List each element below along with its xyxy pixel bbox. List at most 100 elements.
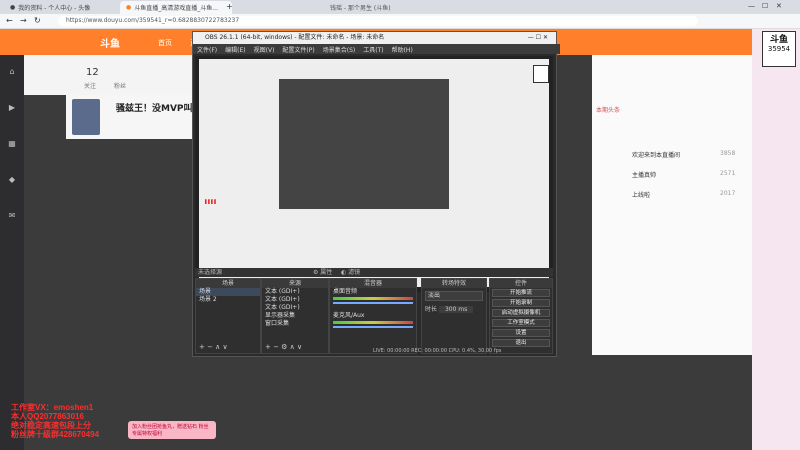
mixer-dock: 混音器 桌面音频 麦克风/Aux [329, 278, 417, 354]
menu-item[interactable]: 帮助(H) [392, 45, 413, 54]
menu-item[interactable]: 工具(T) [363, 45, 383, 54]
tab-label: 斗鱼直播_高清游戏直播_斗鱼... [134, 5, 218, 12]
volume-slider[interactable] [333, 302, 413, 304]
chat-message: 欢迎来到本直播间 [632, 152, 681, 159]
exit-button[interactable]: 退出 [492, 339, 550, 347]
sources-dock: 来源 文本 (GDI+) 文本 (GDI+) 文本 (GDI+) 显示器采集 窗… [261, 278, 329, 354]
source-item[interactable]: 文本 (GDI+) [262, 304, 328, 312]
minimize-icon[interactable]: — [748, 2, 755, 10]
menu-item[interactable]: 配置文件(P) [282, 45, 314, 54]
obs-title-bar: OBS 26.1.1 (64-bit, windows) - 配置文件: 未命名… [193, 32, 556, 44]
dock-title: 转场特效 [422, 279, 486, 288]
studio-mode-button[interactable]: 工作室模式 [492, 319, 550, 327]
message-icon[interactable]: ✉ [4, 211, 20, 220]
game-icon[interactable]: ◆ [4, 175, 20, 184]
new-tab-icon[interactable]: + [226, 2, 233, 11]
chat-panel: 本期头条 欢迎来到本直播间 主播真帅 上线啦 3858 2571 2017 [592, 55, 752, 355]
tab-label: 我的资料 - 个人中心 - 头像 [18, 5, 91, 12]
rank-value: 2571 [720, 170, 736, 177]
nav-item[interactable]: 首页 [158, 38, 172, 48]
promo-banner[interactable]: 加入粉丝团抢鱼丸，赠送钻石 粉丝专属特权福利 [128, 421, 216, 439]
forward-icon[interactable]: → [20, 16, 27, 25]
nested-obs-window [279, 79, 449, 209]
site-logo[interactable]: 斗鱼 [100, 35, 120, 50]
browser-tab-bar: ● 我的资料 - 个人中心 - 头像 ● 斗鱼直播_高清游戏直播_斗鱼... +… [0, 0, 800, 14]
properties-label: 属性 [320, 269, 333, 276]
source-controls[interactable]: + − ⚙ ∧ ∨ [265, 343, 302, 351]
stat-label: 粉丝 [114, 83, 127, 90]
scenes-dock: 场景 场景 场景 2 + − ∧ ∨ [195, 278, 261, 354]
maximize-icon[interactable]: ☐ [762, 2, 768, 10]
url-input[interactable]: https://www.douyu.com/359541_r=0.6828830… [58, 16, 698, 26]
settings-button[interactable]: 设置 [492, 329, 550, 337]
chat-message: 上线啦 [632, 192, 651, 199]
obs-source-toolbar: 未选择源 ⚙ 属性 ◐ 滤镜 [195, 268, 553, 277]
dock-title: 来源 [262, 279, 328, 288]
controls-dock: 控件 开始推流 开始录制 启动虚拟摄像机 工作室模式 设置 退出 [489, 278, 553, 354]
source-item[interactable]: 文本 (GDI+) [262, 296, 328, 304]
dock-title: 场景 [196, 279, 260, 288]
chat-header: 本期头条 [596, 107, 621, 114]
obs-window-controls[interactable]: — ☐ ✕ [528, 32, 548, 44]
badge-number: 35954 [767, 45, 791, 53]
no-source-label: 未选择源 [198, 269, 223, 276]
stat-label: 关注 [84, 83, 97, 90]
right-rail: 斗鱼 35954 [752, 29, 800, 450]
dock-title: 控件 [490, 279, 552, 288]
category-icon[interactable]: ▦ [4, 139, 20, 148]
properties-button[interactable]: ⚙ 属性 [313, 268, 332, 277]
start-streaming-button[interactable]: 开始推流 [492, 289, 550, 297]
back-icon[interactable]: ← [6, 16, 13, 25]
avatar[interactable] [72, 99, 100, 135]
obs-title: OBS 26.1.1 (64-bit, windows) - 配置文件: 未命名… [205, 34, 385, 41]
browser-tab[interactable]: ● 我的资料 - 个人中心 - 头像 [4, 1, 126, 14]
mixer-channel-label: 麦克风/Aux [333, 312, 365, 319]
browser-tab-active[interactable]: ● 斗鱼直播_高清游戏直播_斗鱼... [120, 1, 232, 14]
close-icon[interactable]: ✕ [776, 2, 782, 10]
source-item[interactable]: 窗口采集 [262, 320, 328, 328]
menu-item[interactable]: 编辑(E) [225, 45, 245, 54]
mixer-channel-label: 桌面音频 [333, 288, 358, 295]
obs-status-bar: LIVE: 00:00:00 REC: 00:00:00 CPU: 0.4%, … [373, 348, 502, 354]
left-sidebar: ⌂ ▶ ▦ ◆ ✉ [0, 55, 24, 450]
refresh-icon[interactable]: ↻ [34, 16, 41, 25]
rank-value: 3858 [720, 150, 736, 157]
home-icon[interactable]: ⌂ [4, 67, 20, 76]
scene-controls[interactable]: + − ∧ ∨ [199, 343, 228, 351]
volume-meter [333, 297, 413, 300]
nested-badge [533, 65, 549, 83]
menu-item[interactable]: 视图(V) [254, 45, 275, 54]
obs-window: OBS 26.1.1 (64-bit, windows) - 配置文件: 未命名… [192, 31, 560, 357]
scene-item[interactable]: 场景 [196, 288, 260, 296]
filters-label: 滤镜 [348, 269, 361, 276]
volume-slider[interactable] [333, 326, 413, 328]
start-recording-button[interactable]: 开始录制 [492, 299, 550, 307]
duration-input[interactable]: 300 ms [438, 306, 474, 313]
nested-overlay-text: ▌▌▌▌ [205, 199, 218, 204]
transitions-dock: 转场特效 淡出 时长 300 ms [421, 278, 487, 354]
volume-meter [333, 321, 413, 324]
favicon-icon: ● [10, 4, 16, 11]
menu-item[interactable]: 文件(F) [197, 45, 217, 54]
rank-value: 2017 [720, 190, 736, 197]
obs-preview[interactable]: ▌▌▌▌ [195, 56, 553, 292]
filters-button[interactable]: ◐ 滤镜 [341, 268, 360, 277]
nested-capture: ▌▌▌▌ [199, 59, 549, 287]
favicon-icon: ● [126, 4, 132, 11]
menu-item[interactable]: 场景集合(S) [323, 45, 356, 54]
source-item[interactable]: 显示器采集 [262, 312, 328, 320]
brand-badge[interactable]: 斗鱼 35954 [762, 31, 796, 67]
video-icon[interactable]: ▶ [4, 103, 20, 112]
badge-logo: 斗鱼 [769, 35, 788, 45]
virtual-camera-button[interactable]: 启动虚拟摄像机 [492, 309, 550, 317]
dock-title: 混音器 [330, 279, 416, 288]
window-title: 钱瑶 - 那个男生 (斗鱼) [330, 5, 391, 12]
stats-bar: 12 关注 粉丝 [24, 55, 194, 95]
scene-item[interactable]: 场景 2 [196, 296, 260, 304]
duration-label: 时长 [425, 306, 438, 313]
overlay-line: 粉丝牌十级群428670494 [11, 430, 100, 439]
follower-count: 12 [86, 67, 99, 78]
transition-select[interactable]: 淡出 [425, 291, 483, 301]
source-item[interactable]: 文本 (GDI+) [262, 288, 328, 296]
chat-message: 主播真帅 [632, 172, 657, 179]
